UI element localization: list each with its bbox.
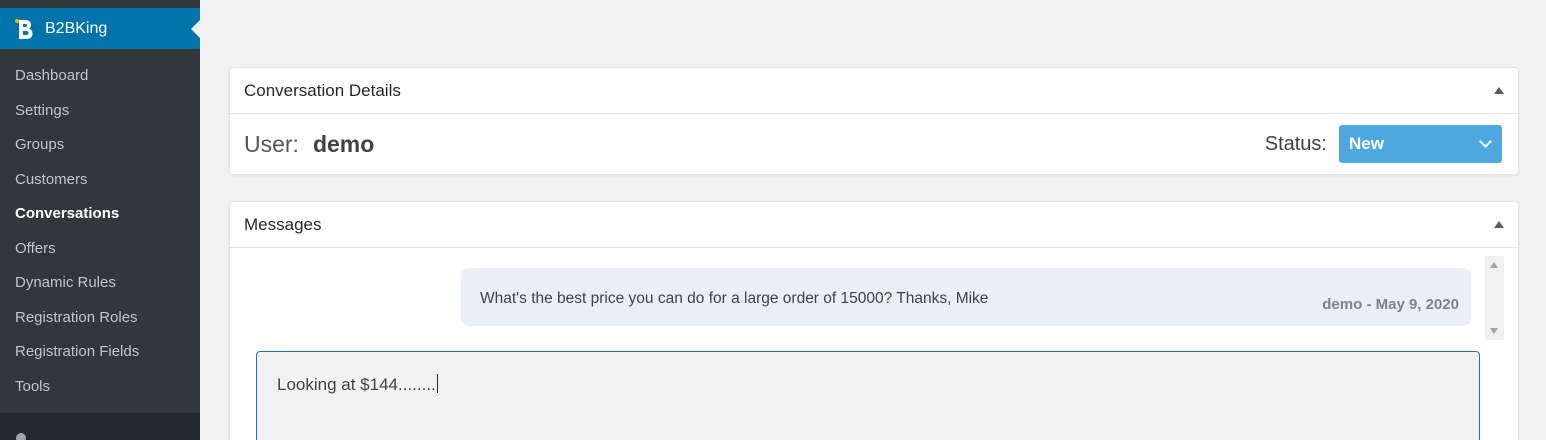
sidebar-item-conversations[interactable]: Conversations bbox=[0, 197, 200, 232]
sidebar-next-menu bbox=[0, 413, 200, 440]
reply-textarea[interactable]: Looking at $144........ bbox=[256, 351, 1480, 440]
panel-title: Messages bbox=[244, 214, 322, 234]
scroll-down-icon[interactable] bbox=[1490, 328, 1498, 334]
status-label: Status: bbox=[1264, 132, 1327, 155]
messages-body: What's the best price you can do for a l… bbox=[230, 248, 1518, 440]
admin-sidebar: B2BKing Dashboard Settings Groups Custom… bbox=[0, 0, 200, 440]
brand-title: B2BKing bbox=[45, 19, 108, 37]
panel-title: Conversation Details bbox=[244, 80, 401, 100]
collapse-arrow-icon[interactable] bbox=[1494, 221, 1504, 228]
message-bubble: What's the best price you can do for a l… bbox=[461, 268, 1471, 326]
sidebar-item-registration-fields[interactable]: Registration Fields bbox=[0, 335, 200, 370]
brand-menu-item[interactable]: B2BKing bbox=[0, 8, 200, 49]
scroll-up-icon[interactable] bbox=[1490, 262, 1498, 268]
b2bking-logo-icon bbox=[13, 17, 37, 41]
collapse-arrow-icon[interactable] bbox=[1494, 87, 1504, 94]
message-text: What's the best price you can do for a l… bbox=[480, 290, 989, 307]
user-value: demo bbox=[312, 130, 375, 157]
status-select-value: New bbox=[1349, 134, 1384, 153]
panel-header: Conversation Details bbox=[230, 68, 1518, 114]
messages-panel: Messages What's the best price you can d… bbox=[229, 201, 1519, 440]
sidebar-top-strip bbox=[0, 0, 200, 8]
sidebar-item-registration-roles[interactable]: Registration Roles bbox=[0, 301, 200, 336]
message-meta: demo - May 9, 2020 bbox=[1322, 296, 1459, 313]
sidebar-item-dynamic-rules[interactable]: Dynamic Rules bbox=[0, 266, 200, 301]
status-select[interactable]: New bbox=[1339, 125, 1502, 163]
submenu: Dashboard Settings Groups Customers Conv… bbox=[0, 49, 200, 413]
sidebar-item-settings[interactable]: Settings bbox=[0, 94, 200, 129]
reply-text: Looking at $144........ bbox=[277, 375, 436, 394]
chevron-down-icon bbox=[1479, 135, 1492, 148]
current-menu-arrow-icon bbox=[191, 20, 200, 38]
status-control: Status: New bbox=[1265, 125, 1502, 163]
conversation-details-panel: Conversation Details User: demo Status: … bbox=[229, 67, 1519, 175]
sidebar-item-groups[interactable]: Groups bbox=[0, 128, 200, 163]
sidebar-item-customers[interactable]: Customers bbox=[0, 163, 200, 198]
text-caret bbox=[436, 374, 438, 393]
user-label: User: bbox=[244, 130, 299, 157]
sidebar-item-offers[interactable]: Offers bbox=[0, 232, 200, 267]
details-body: User: demo Status: New bbox=[230, 114, 1518, 174]
menu-icon[interactable] bbox=[16, 433, 26, 440]
messages-scrollbar[interactable] bbox=[1485, 256, 1504, 340]
sidebar-item-tools[interactable]: Tools bbox=[0, 370, 200, 405]
panel-header: Messages bbox=[230, 202, 1518, 248]
user-info: User: demo bbox=[244, 131, 374, 158]
sidebar-item-dashboard[interactable]: Dashboard bbox=[0, 59, 200, 94]
